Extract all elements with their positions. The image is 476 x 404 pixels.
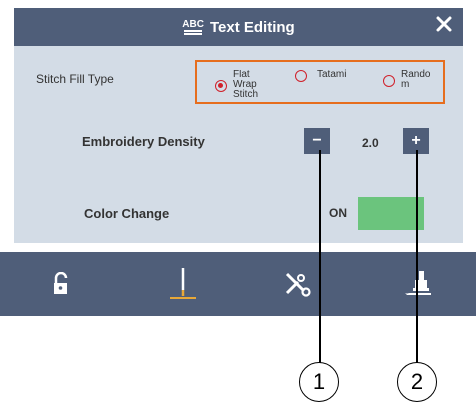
callout-line-1 [319,150,321,365]
color-change-toggle[interactable] [358,197,424,230]
bottom-toolbar [0,252,476,316]
radio-unselected-indicator [295,70,307,82]
abc-text-icon: ABC [182,18,204,35]
panel-title: Text Editing [209,18,295,36]
unlock-button[interactable] [42,252,82,316]
density-decrease-button[interactable]: − [304,128,330,154]
radio-label-random: Rando m [401,69,431,90]
radio-random[interactable]: Rando m [383,70,430,90]
cut-icon [285,272,311,297]
callout-1: 1 [299,362,339,402]
radio-label-tatami: Tatami [317,69,347,80]
callout-2-label: 2 [410,369,424,394]
title-bar: ABC Text Editing [14,8,463,46]
radio-selected-indicator [215,80,227,92]
radio-unselected-indicator [383,75,395,87]
cut-button[interactable] [278,252,318,316]
density-value: 2.0 [362,136,379,150]
needle-icon [170,268,196,299]
presser-foot-icon [405,271,431,295]
color-change-state: ON [329,206,347,220]
needle-button[interactable] [163,252,203,316]
callout-line-2 [416,150,418,365]
abc-icon-text: ABC [182,18,204,30]
radio-label-flat-wrap-stitch: Flat Wrap Stitch [233,70,259,100]
callout-1-label: 1 [312,369,326,394]
close-icon [436,16,452,32]
radio-flat-wrap-stitch[interactable]: Flat Wrap Stitch [215,70,258,100]
presser-foot-button[interactable] [398,252,438,316]
embroidery-density-label: Embroidery Density [82,134,205,149]
radio-tatami[interactable]: Tatami [295,70,346,82]
minus-icon: − [312,132,322,149]
stitch-fill-label: Stitch Fill Type [36,72,114,86]
plus-icon: + [411,132,421,149]
color-change-label: Color Change [84,206,170,221]
callout-2: 2 [397,362,437,402]
stitch-fill-options: Flat Wrap Stitch Tatami Rando m [195,60,445,104]
unlock-icon [54,272,68,294]
close-button[interactable] [435,14,453,38]
